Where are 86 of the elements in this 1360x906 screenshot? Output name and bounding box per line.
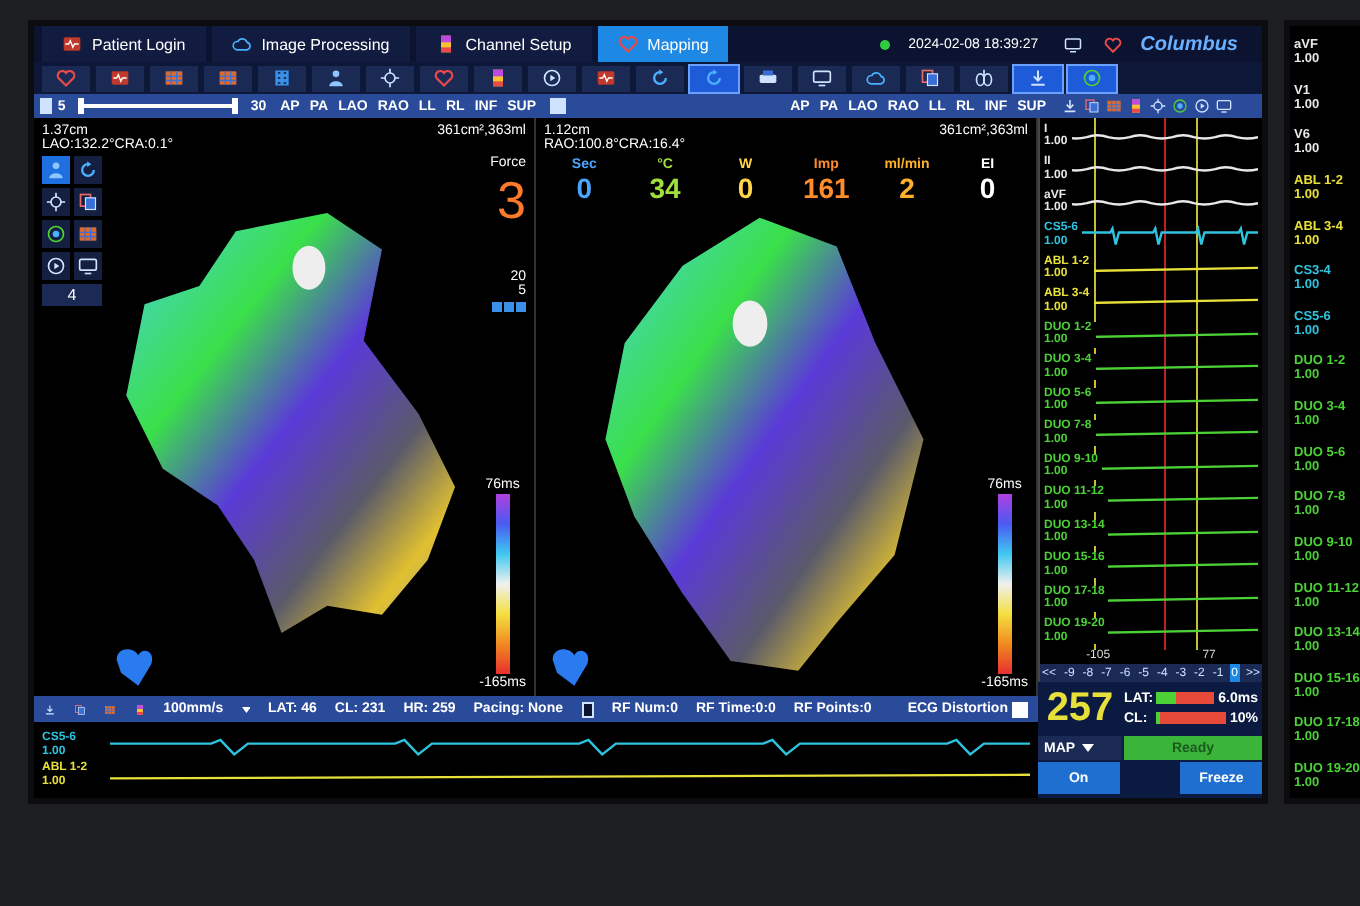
refresh-icon bbox=[704, 68, 724, 88]
refresh-icon bbox=[78, 160, 98, 180]
crosshair-icon bbox=[1150, 98, 1166, 114]
bars-icon bbox=[133, 701, 146, 717]
stat-value: 161 bbox=[800, 172, 852, 204]
download-icon bbox=[1062, 98, 1078, 114]
refresh-icon bbox=[650, 68, 670, 88]
monitor-icon bbox=[1216, 98, 1232, 114]
grid-icon bbox=[164, 68, 184, 88]
copy-icon bbox=[73, 701, 86, 717]
app-logo: Columbus bbox=[1140, 33, 1238, 55]
grid-icon bbox=[218, 68, 238, 88]
toolbar-button[interactable] bbox=[636, 65, 684, 91]
heart-icon bbox=[434, 68, 454, 88]
tab[interactable]: Mapping bbox=[597, 26, 729, 62]
copy-icon bbox=[920, 68, 940, 88]
cloud-icon bbox=[866, 68, 886, 88]
view-icon bbox=[550, 98, 566, 114]
heart-icon bbox=[1104, 35, 1123, 53]
checkbox[interactable] bbox=[1011, 701, 1028, 717]
toolbar-button[interactable] bbox=[474, 65, 522, 91]
stat-value: 0 bbox=[735, 172, 756, 204]
monitor-icon bbox=[78, 256, 98, 276]
play-icon bbox=[46, 256, 66, 276]
grid-icon bbox=[103, 701, 116, 717]
lat-value: 257 bbox=[1044, 683, 1116, 733]
toolbar-button[interactable] bbox=[528, 65, 576, 91]
toolbar-button[interactable] bbox=[906, 65, 954, 91]
target-icon bbox=[46, 224, 66, 244]
tab[interactable]: Channel Setup bbox=[415, 26, 592, 62]
target-icon bbox=[1082, 68, 1102, 88]
crosshair-icon bbox=[380, 68, 400, 88]
slider-thumb[interactable] bbox=[77, 98, 84, 114]
number-spinner[interactable]: 4 bbox=[42, 284, 102, 306]
toolbar-button[interactable] bbox=[582, 65, 630, 91]
caret-icon bbox=[241, 705, 251, 713]
dropdown-toggle[interactable] bbox=[581, 701, 594, 717]
copy-icon bbox=[78, 192, 98, 212]
tool-button[interactable] bbox=[42, 252, 70, 280]
monitor-icon bbox=[812, 68, 832, 88]
download-icon bbox=[1028, 68, 1048, 88]
tool-button[interactable] bbox=[42, 220, 70, 248]
stat-value: 2 bbox=[897, 172, 917, 204]
target-icon bbox=[1172, 98, 1188, 114]
toolbar-button[interactable] bbox=[798, 65, 846, 91]
ecg-icon bbox=[110, 68, 130, 88]
heart-icon bbox=[617, 34, 638, 54]
tool-button[interactable] bbox=[74, 252, 102, 280]
heart-icon bbox=[56, 68, 76, 88]
caret-icon bbox=[1081, 744, 1094, 752]
toolbar-button[interactable] bbox=[960, 65, 1008, 91]
toolbar-button[interactable] bbox=[744, 65, 792, 91]
stat-value: 0 bbox=[977, 172, 998, 204]
film-icon bbox=[272, 68, 292, 88]
ecg-icon bbox=[596, 68, 616, 88]
bars-icon bbox=[488, 68, 508, 88]
person-icon bbox=[46, 160, 66, 180]
play-icon bbox=[1194, 98, 1210, 114]
stat-value: 0 bbox=[574, 172, 595, 204]
screen-icon bbox=[1064, 35, 1083, 53]
toolbar-button[interactable] bbox=[96, 65, 144, 91]
copy-icon bbox=[1084, 98, 1100, 114]
tab[interactable]: Patient Login bbox=[42, 26, 206, 62]
grid-icon bbox=[78, 224, 98, 244]
toolbar-button[interactable] bbox=[366, 65, 414, 91]
crosshair-icon bbox=[46, 192, 66, 212]
range-slider[interactable] bbox=[77, 98, 239, 114]
tool-button[interactable] bbox=[42, 188, 70, 216]
tool-button[interactable] bbox=[74, 188, 102, 216]
slider-thumb[interactable] bbox=[232, 98, 239, 114]
printer-icon bbox=[758, 68, 778, 88]
person-icon bbox=[326, 68, 346, 88]
toolbar-button[interactable] bbox=[312, 65, 360, 91]
play-icon bbox=[542, 68, 562, 88]
view-icon bbox=[40, 98, 52, 114]
download-icon bbox=[44, 701, 56, 717]
stat-value: 34 bbox=[647, 172, 683, 204]
lungs-icon bbox=[974, 68, 994, 88]
grid-icon bbox=[1106, 98, 1122, 114]
tool-button[interactable] bbox=[74, 156, 102, 184]
tab[interactable]: Image Processing bbox=[211, 26, 410, 62]
bars-icon bbox=[1128, 98, 1144, 114]
legend-swatch bbox=[492, 302, 526, 312]
toolbar-button[interactable] bbox=[852, 65, 900, 91]
status-light bbox=[880, 39, 891, 49]
force-value: 3 bbox=[497, 174, 526, 226]
